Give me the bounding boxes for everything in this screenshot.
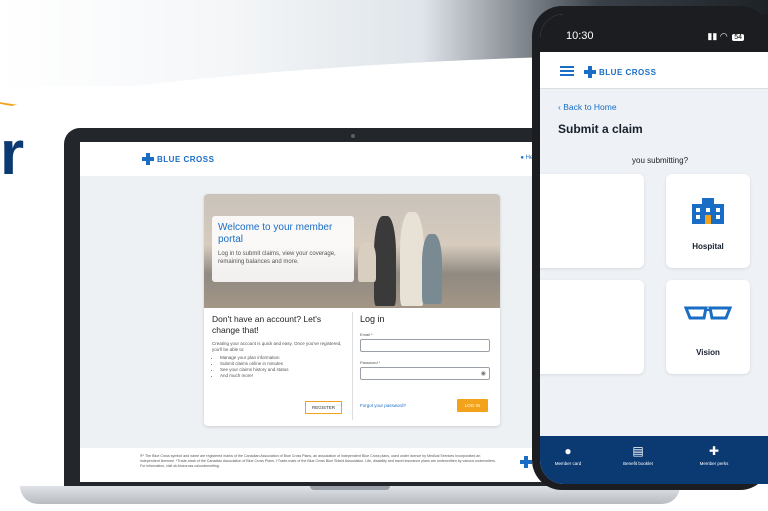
status-time: 10:30 [566, 30, 594, 42]
camera-icon [351, 134, 355, 138]
logo-text: BLUE CROSS [157, 154, 215, 164]
welcome-title: Welcome to your member portal [218, 222, 333, 245]
help-icon: ● [520, 155, 524, 161]
email-field[interactable] [360, 339, 490, 352]
phone-header: BLUE CROSS [540, 52, 768, 89]
signup-title: Don't have an account? Let's change that… [212, 314, 322, 335]
tab-member-perks[interactable]: ✚ Member perks [686, 444, 742, 466]
hero-headline: r [0, 119, 25, 188]
gift-icon: ✚ [708, 444, 720, 458]
menu-icon[interactable] [560, 66, 574, 76]
blue-cross-logo[interactable]: BLUE CROSS [584, 66, 656, 78]
signup-section: Don't have an account? Let's change that… [204, 308, 350, 426]
footer-legal-text: ®* The Blue Cross symbol and name are re… [140, 454, 496, 468]
email-label: Email * [360, 332, 373, 337]
tab-label: Member card [554, 461, 582, 466]
column-divider [352, 312, 353, 420]
bottom-tab-bar: ● Member card ▤ Benefit booklet ✚ Member… [540, 436, 768, 484]
tab-benefit-booklet[interactable]: ▤ Benefit booklet [610, 444, 666, 466]
register-button[interactable]: REGISTER [304, 401, 342, 414]
cross-icon [520, 456, 532, 468]
signal-icon: ▮▮ [707, 31, 718, 41]
tile-label-hospital: Hospital [692, 242, 724, 251]
status-icons: ▮▮ ◠ 54 [707, 31, 744, 42]
tab-label: Benefit booklet [623, 461, 653, 466]
password-field[interactable]: ◉ [360, 367, 490, 380]
laptop-notch [310, 486, 390, 490]
signup-intro: Creating your account is quick and easy.… [212, 341, 342, 352]
tab-label: Member perks [699, 461, 729, 466]
phone-screen: 10:30 ▮▮ ◠ 54 BLUE CROSS ‹ Back to Home … [540, 14, 768, 484]
blue-cross-logo[interactable]: BLUE CROSS [142, 153, 214, 165]
back-label: Back to Home [563, 102, 617, 112]
list-item: And much more! [220, 373, 342, 379]
back-link[interactable]: ‹ Back to Home [558, 102, 617, 112]
claim-tile-vision[interactable]: Vision [666, 280, 750, 374]
tab-member-card[interactable]: ● Member card [540, 444, 596, 466]
login-button[interactable]: LOG IN [456, 399, 488, 412]
family-photo: Welcome to your member portal Log in to … [204, 194, 500, 308]
hospital-icon [692, 198, 724, 224]
cross-icon [584, 66, 596, 78]
page-title: Submit a claim [558, 122, 643, 136]
cross-icon [142, 153, 154, 165]
welcome-body: Log in to submit claims, view your cover… [218, 251, 336, 265]
wifi-icon: ◠ [719, 31, 728, 41]
eye-icon[interactable]: ◉ [481, 370, 486, 377]
battery-icon: 54 [732, 34, 744, 41]
login-section: Log in Email * Password * ◉ Forgot your … [360, 308, 496, 426]
glasses-icon [684, 306, 732, 320]
family-figures [344, 206, 464, 306]
claim-tile-partial[interactable] [540, 280, 644, 374]
welcome-panel: Welcome to your member portal Log in to … [212, 216, 354, 282]
tile-label-vision: Vision [696, 348, 720, 357]
claim-tile-hospital[interactable]: Hospital [666, 174, 750, 268]
password-label: Password * [360, 360, 381, 365]
status-bar: 10:30 ▮▮ ◠ 54 [540, 14, 768, 52]
claim-tile-partial[interactable] [540, 174, 644, 268]
document-icon: ▤ [632, 444, 644, 458]
forgot-password-link[interactable]: Forgot your password? [360, 403, 406, 408]
person-icon: ● [564, 444, 572, 458]
login-card: Welcome to your member portal Log in to … [204, 194, 500, 426]
logo-text: BLUE CROSS [599, 67, 657, 77]
login-title: Log in [360, 314, 385, 324]
signup-benefits-list: Manage your plan information Submit clai… [212, 355, 342, 379]
claim-type-question: you submitting? [632, 156, 689, 165]
